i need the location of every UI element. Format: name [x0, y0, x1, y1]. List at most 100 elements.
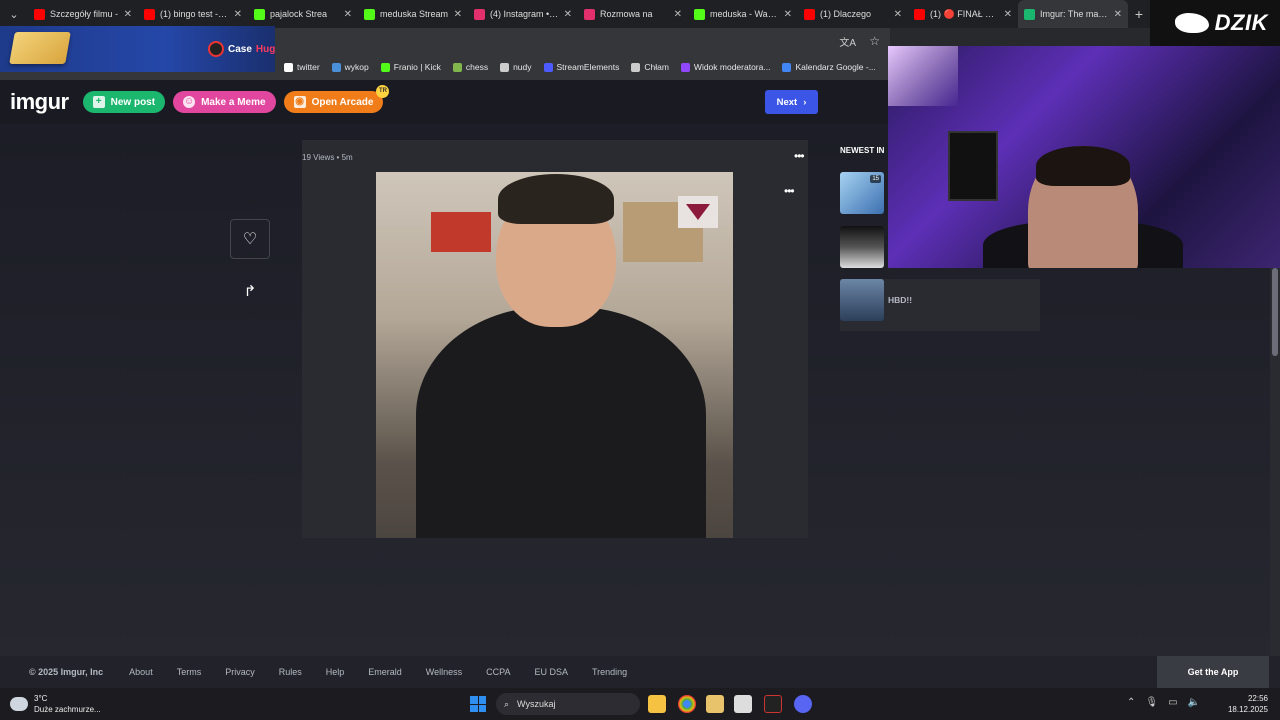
bookmark-item[interactable]: Kalendarz Google -...: [776, 62, 881, 72]
bookmark-list: twitter wykop Franio | Kick chess nudy S…: [278, 62, 882, 72]
open-arcade-label: Open Arcade: [311, 96, 374, 108]
new-tab-button[interactable]: +: [1128, 6, 1150, 22]
app-icon-2[interactable]: [734, 695, 752, 713]
browser-tab[interactable]: (1) 🔴 FINAŁ TUR ✕: [908, 0, 1018, 28]
browser-tab[interactable]: Szczegóły filmu - ✕: [28, 0, 138, 28]
footer-link[interactable]: Wellness: [426, 667, 462, 677]
make-meme-button[interactable]: ☺ Make a Meme: [173, 91, 276, 113]
page-scrollbar[interactable]: [1270, 268, 1280, 656]
bookmark-label: Chłam: [644, 62, 669, 72]
browser-tab[interactable]: (1) Dlaczego ✕: [798, 0, 908, 28]
bookmark-favicon-icon: [631, 62, 641, 72]
browser-tab[interactable]: (1) bingo test - Yo ✕: [138, 0, 248, 28]
footer-link[interactable]: About: [129, 667, 153, 677]
close-icon[interactable]: ✕: [234, 9, 242, 20]
footer-link[interactable]: CCPA: [486, 667, 510, 677]
bookmark-item[interactable]: StreamElements: [538, 62, 626, 72]
weather-widget[interactable]: 3°C Duże zachmurze...: [10, 693, 101, 715]
windows-start-icon[interactable]: [470, 696, 486, 712]
bookmark-favicon-icon: [331, 62, 341, 72]
get-the-app-button[interactable]: Get the App: [1157, 656, 1269, 688]
browser-tab[interactable]: meduska Stream ✕: [358, 0, 468, 28]
close-icon[interactable]: ✕: [454, 9, 462, 20]
close-icon[interactable]: ✕: [1004, 9, 1012, 20]
taskbar-clock[interactable]: 22:56 18.12.2025: [1228, 693, 1268, 715]
close-icon[interactable]: ✕: [124, 9, 132, 20]
bookmark-item[interactable]: nudy: [494, 62, 537, 72]
post-image[interactable]: [376, 172, 733, 538]
newest-thumb[interactable]: [840, 226, 884, 268]
like-button[interactable]: ♡: [230, 219, 270, 259]
bookmark-item[interactable]: Chłam: [625, 62, 675, 72]
bookmark-label: nudy: [513, 62, 532, 72]
epic-games-icon[interactable]: [764, 695, 782, 713]
tab-title: meduska Stream: [380, 9, 449, 19]
browser-tab[interactable]: meduska - Watch ✕: [688, 0, 798, 28]
bookmark-item[interactable]: Widok moderatora...: [675, 62, 777, 72]
next-post-button[interactable]: Next ›: [765, 90, 818, 114]
imgur-logo[interactable]: imgur: [10, 89, 69, 115]
streamer-webcam: [888, 46, 1280, 268]
bookmark-label: Kalendarz Google -...: [795, 62, 876, 72]
weather-temp: 3°C: [34, 694, 48, 703]
newest-item-title[interactable]: HBD!!: [888, 295, 912, 305]
bookmark-item[interactable]: wykop: [326, 62, 375, 72]
footer-link[interactable]: Help: [326, 667, 345, 677]
cloud-icon: [10, 697, 28, 711]
arcade-badge: TR: [376, 85, 390, 98]
tab-title: meduska - Watch: [710, 9, 779, 19]
chrome-icon[interactable]: [678, 695, 696, 713]
footer-link[interactable]: Trending: [592, 667, 627, 677]
tab-favicon-icon: [694, 8, 705, 20]
discord-icon[interactable]: [794, 695, 812, 713]
taskbar-search[interactable]: ⌕ Wyszukaj: [496, 693, 640, 715]
close-icon[interactable]: ✕: [564, 9, 572, 20]
casehug-logo-icon: [208, 41, 224, 57]
browser-tab[interactable]: (4) Instagram • W ✕: [468, 0, 578, 28]
speaker-icon[interactable]: 🔈: [1188, 697, 1200, 708]
tab-title: (4) Instagram • W: [490, 9, 559, 19]
bookmark-favicon-icon: [380, 62, 390, 72]
bookmark-item[interactable]: twitter: [278, 62, 326, 72]
close-icon[interactable]: ✕: [894, 9, 902, 20]
close-icon[interactable]: ✕: [784, 9, 792, 20]
image-options-icon[interactable]: •••: [784, 184, 795, 198]
close-icon[interactable]: ✕: [344, 9, 352, 20]
close-icon[interactable]: ✕: [1114, 9, 1122, 20]
tab-list: Szczegóły filmu - ✕ (1) bingo test - Yo …: [28, 0, 1128, 28]
make-meme-label: Make a Meme: [201, 96, 266, 108]
bookmark-star-icon[interactable]: ☆: [869, 34, 880, 48]
close-icon[interactable]: ✕: [674, 9, 682, 20]
bookmark-favicon-icon: [543, 62, 553, 72]
footer-link[interactable]: Terms: [177, 667, 202, 677]
newest-section-title: NEWEST IN: [840, 146, 885, 155]
file-explorer-icon[interactable]: [648, 695, 666, 713]
translate-icon[interactable]: 文A: [839, 34, 856, 49]
bookmark-item[interactable]: Franio | Kick: [375, 62, 447, 72]
footer-link[interactable]: Privacy: [225, 667, 255, 677]
footer-link[interactable]: Emerald: [368, 667, 402, 677]
windows-taskbar: 3°C Duże zachmurze... ⌕ Wyszukaj ⌃ 🎙 ▭ 🔈…: [0, 688, 1280, 720]
dzik-logo-text: DZIK: [1214, 10, 1268, 35]
bookmark-item[interactable]: chess: [447, 62, 494, 72]
tab-search-chevron-icon[interactable]: ⌄: [0, 0, 28, 28]
browser-tab[interactable]: Rozmowa na ✕: [578, 0, 688, 28]
chevron-up-icon[interactable]: ⌃: [1127, 697, 1135, 708]
post-options-icon[interactable]: •••: [794, 149, 805, 163]
newest-thumb[interactable]: 15: [840, 172, 884, 214]
app-icon[interactable]: [706, 695, 724, 713]
new-post-button[interactable]: + New post: [82, 91, 166, 113]
display-icon[interactable]: ▭: [1168, 697, 1177, 708]
share-icon[interactable]: ↱: [240, 282, 260, 302]
scrollbar-thumb[interactable]: [1272, 268, 1278, 356]
newest-thumb[interactable]: [840, 279, 884, 321]
open-arcade-button[interactable]: ◉ Open Arcade TR: [283, 85, 390, 113]
microphone-icon[interactable]: 🎙: [1145, 697, 1158, 708]
bookmark-label: Franio | Kick: [393, 62, 441, 72]
browser-tab[interactable]: pajalock Strea ✕: [248, 0, 358, 28]
image-person-hair: [498, 174, 614, 224]
tab-favicon-icon: [584, 8, 595, 20]
footer-link[interactable]: Rules: [279, 667, 302, 677]
footer-link[interactable]: EU DSA: [534, 667, 568, 677]
browser-tab[interactable]: Imgur: The magic ✕: [1018, 0, 1128, 28]
